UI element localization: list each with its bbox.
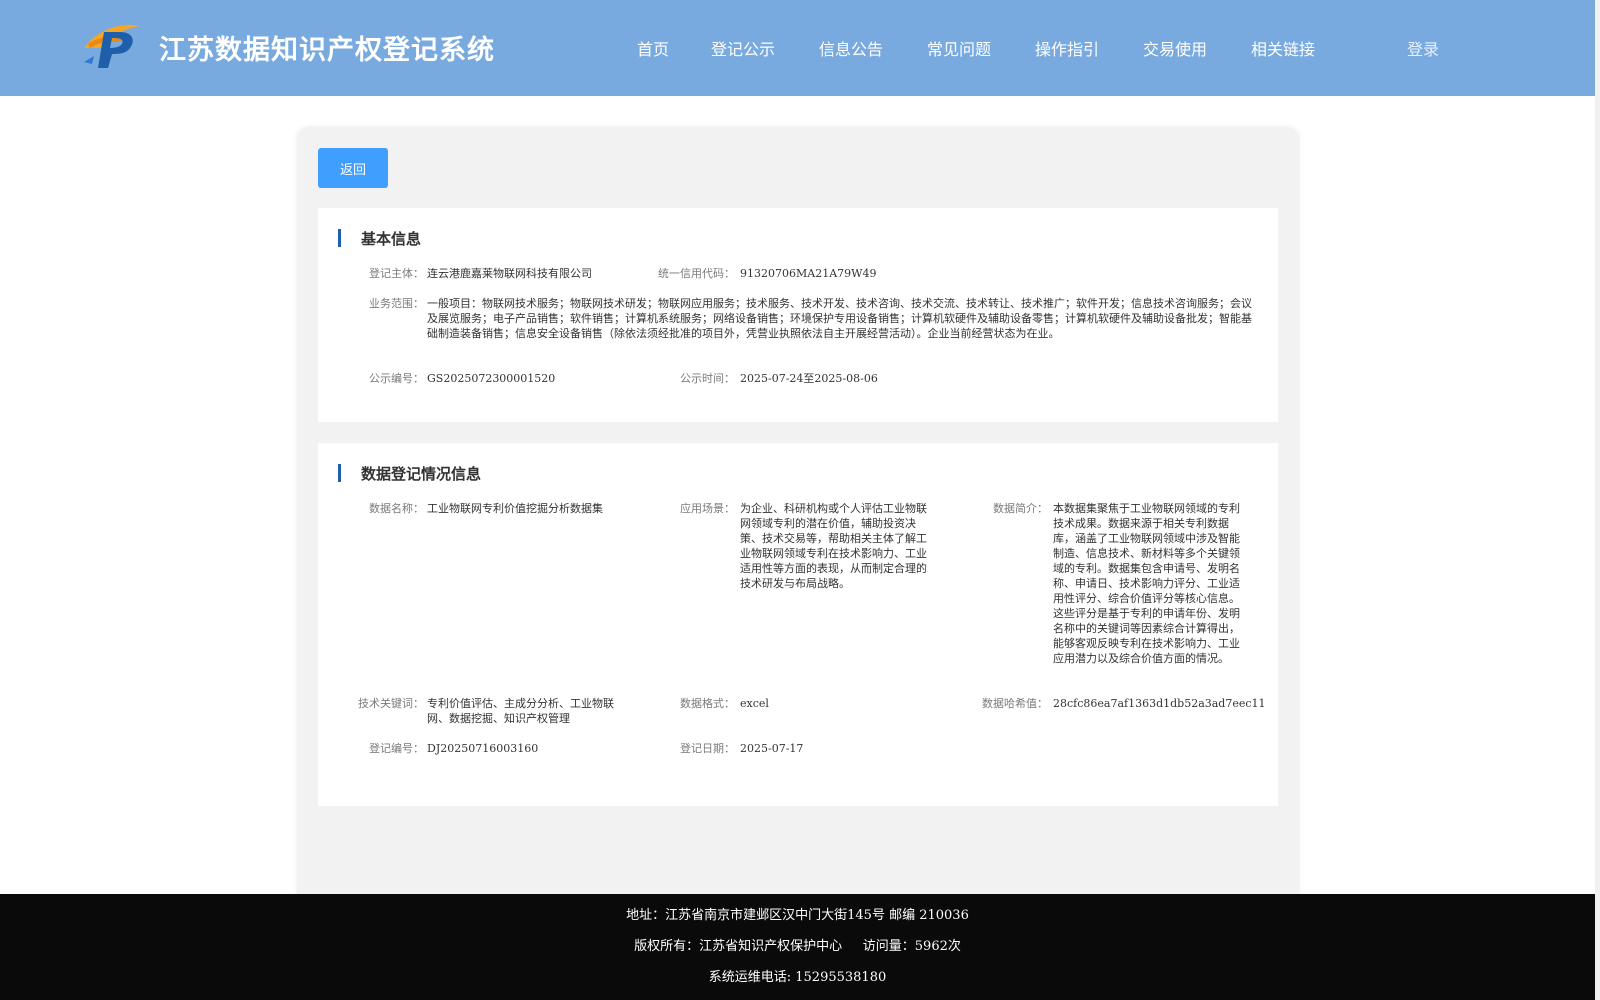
login-link[interactable]: 登录 xyxy=(1407,36,1439,60)
credit-code-value: 91320706MA21A79W49 xyxy=(740,267,877,280)
data-info-panel: 数据登记情况信息 数据名称： 工业物联网专利价值挖掘分析数据集 应用场景： 为企… xyxy=(318,443,1278,806)
intro-value: 本数据集聚焦于工业物联网领域的专利技术成果。数据来源于相关专利数据库，涵盖了工业… xyxy=(1053,502,1240,665)
hash-value: 28cfc86ea7af1363d1db52a3ad7eec11 xyxy=(1053,697,1266,710)
top-header: 江苏数据知识产权登记系统 首页 登记公示 信息公告 常见问题 操作指引 交易使用… xyxy=(0,0,1595,96)
notice-no-value: GS2025072300001520 xyxy=(427,372,556,385)
section-accent-bar xyxy=(338,464,341,482)
notice-field: 公示编号： GS2025072300001520 公示时间： 2025-07-2… xyxy=(318,371,1278,387)
keywords-value: 专利价值评估、主成分分析、工业物联网、数据挖掘、知识产权管理 xyxy=(427,697,614,725)
data-row-1: 数据名称： 工业物联网专利价值挖掘分析数据集 应用场景： 为企业、科研机构或个人… xyxy=(318,501,1278,686)
data-name-value: 工业物联网专利价值挖掘分析数据集 xyxy=(427,502,603,515)
reg-date-label: 登记日期： xyxy=(680,742,735,755)
subject-label: 登记主体： xyxy=(369,267,424,280)
section-title: 数据登记情况信息 xyxy=(361,464,482,483)
notice-no-label: 公示编号： xyxy=(369,372,424,385)
subject-value: 连云港鹿嘉莱物联网科技有限公司 xyxy=(427,267,592,280)
notice-time-label: 公示时间： xyxy=(680,372,735,385)
data-row-2: 技术关键词： 专利价值评估、主成分分析、工业物联网、数据挖掘、知识产权管理 数据… xyxy=(318,696,1278,728)
reg-no-value: DJ20250716003160 xyxy=(427,742,539,755)
format-value: excel xyxy=(740,697,769,710)
scene-label: 应用场景： xyxy=(680,502,735,515)
nav-registration-notice[interactable]: 登记公示 xyxy=(711,36,775,60)
section-title: 基本信息 xyxy=(361,229,422,248)
page-scrollbar[interactable] xyxy=(1595,0,1600,1000)
page-footer: 地址：江苏省南京市建邺区汉中门大街145号 邮编 210036 版权所有：江苏省… xyxy=(0,894,1595,1000)
scope-field: 业务范围： 一般项目：物联网技术服务；物联网技术研发；物联网应用服务；技术服务、… xyxy=(318,296,1278,356)
nav-guide[interactable]: 操作指引 xyxy=(1035,36,1099,60)
logo-icon[interactable] xyxy=(80,18,142,70)
nav-transactions[interactable]: 交易使用 xyxy=(1143,36,1207,60)
reg-no-label: 登记编号： xyxy=(369,742,424,755)
scene-value: 为企业、科研机构或个人评估工业物联网领域专利的潜在价值，辅助投资决策、技术交易等… xyxy=(740,502,927,590)
footer-copyright: 版权所有：江苏省知识产权保护中心 访问量：5962次 xyxy=(634,939,961,954)
nav-faq[interactable]: 常见问题 xyxy=(927,36,991,60)
nav-links[interactable]: 相关链接 xyxy=(1251,36,1315,60)
hash-label: 数据哈希值： xyxy=(982,697,1048,710)
scope-value: 一般项目：物联网技术服务；物联网技术研发；物联网应用服务；技术服务、技术开发、技… xyxy=(427,297,1252,340)
back-button[interactable]: 返回 xyxy=(318,148,388,188)
scope-label: 业务范围： xyxy=(369,297,424,310)
format-label: 数据格式： xyxy=(680,697,735,710)
intro-label: 数据简介： xyxy=(993,502,1048,515)
notice-time-value: 2025-07-24至2025-08-06 xyxy=(740,372,878,385)
data-info-heading: 数据登记情况信息 xyxy=(338,463,481,483)
reg-date-value: 2025-07-17 xyxy=(740,742,804,755)
nav-announcements[interactable]: 信息公告 xyxy=(819,36,883,60)
subject-field: 登记主体： 连云港鹿嘉莱物联网科技有限公司 统一信用代码： 91320706MA… xyxy=(318,266,1278,282)
basic-info-panel: 基本信息 登记主体： 连云港鹿嘉莱物联网科技有限公司 统一信用代码： 91320… xyxy=(318,208,1278,422)
basic-info-heading: 基本信息 xyxy=(338,228,421,248)
keywords-label: 技术关键词： xyxy=(358,697,424,710)
credit-code-label: 统一信用代码： xyxy=(658,267,735,280)
footer-address: 地址：江苏省南京市建邺区汉中门大街145号 邮编 210036 xyxy=(626,908,969,923)
nav-home[interactable]: 首页 xyxy=(637,36,669,60)
data-name-label: 数据名称： xyxy=(369,502,424,515)
site-title[interactable]: 江苏数据知识产权登记系统 xyxy=(159,28,495,67)
data-row-3: 登记编号： DJ20250716003160 登记日期： 2025-07-17 xyxy=(318,741,1278,757)
footer-phone: 系统运维电话: 15295538180 xyxy=(708,970,887,985)
section-accent-bar xyxy=(338,229,341,247)
